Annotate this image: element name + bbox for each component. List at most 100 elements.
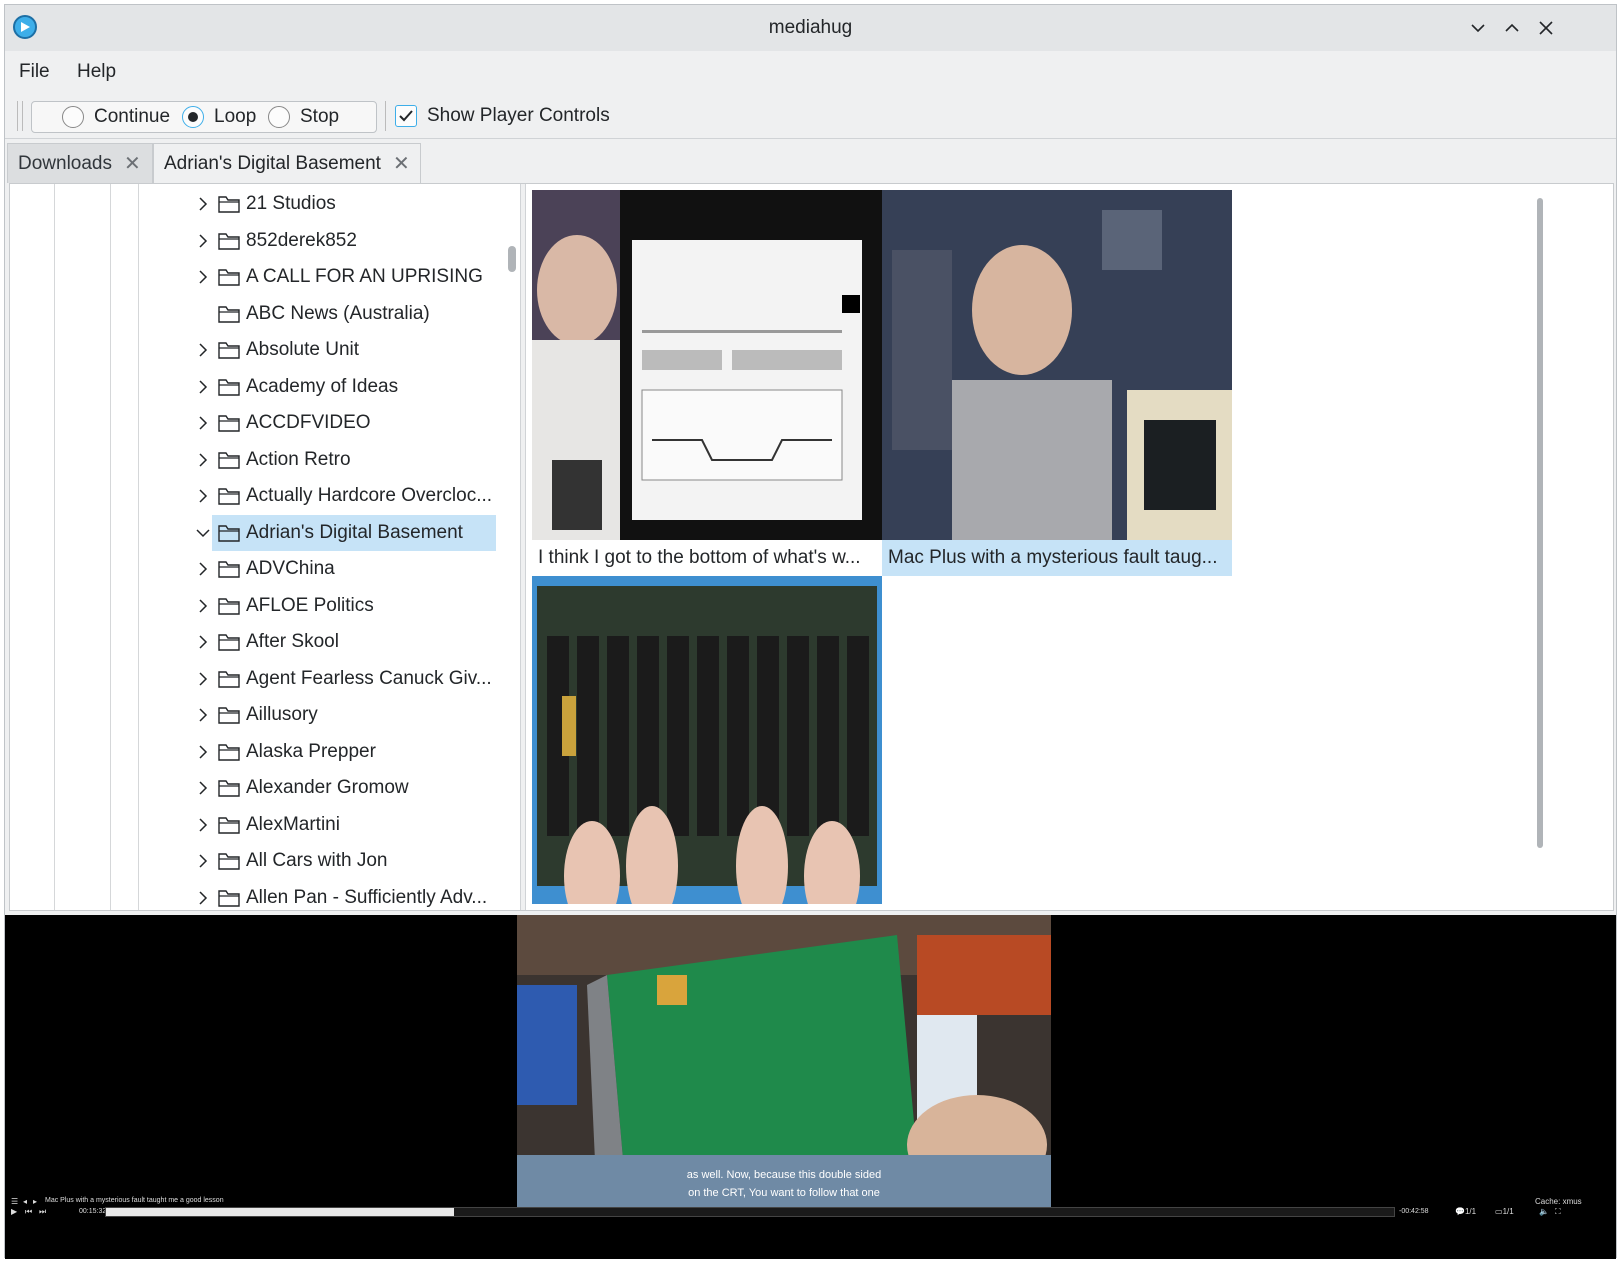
chevron-down-icon[interactable] bbox=[196, 525, 210, 541]
video-frame[interactable]: as well. Now, because this double sided … bbox=[517, 915, 1051, 1207]
folder-icon bbox=[218, 342, 240, 359]
tab-downloads[interactable]: Downloads ✕ bbox=[7, 143, 153, 183]
tree-item[interactable]: 852derek852 bbox=[10, 223, 500, 259]
chevron-right-icon[interactable] bbox=[196, 379, 210, 395]
tree-item-label: Action Retro bbox=[246, 448, 351, 470]
video-thumbnail[interactable] bbox=[532, 190, 882, 540]
prev-chapter-icon[interactable]: ◂ bbox=[23, 1197, 27, 1206]
subtitle-line-2: on the CRT, You want to follow that one bbox=[688, 1187, 880, 1199]
menu-help[interactable]: Help bbox=[77, 61, 116, 83]
tree-item[interactable]: Action Retro bbox=[10, 442, 500, 478]
chevron-right-icon[interactable] bbox=[196, 342, 210, 358]
tree-item[interactable]: Aillusory bbox=[10, 697, 500, 733]
playlist-icon[interactable]: ☰ bbox=[11, 1197, 18, 1206]
fullscreen-icon[interactable]: ⛶ bbox=[1555, 1207, 1561, 1217]
chevron-right-icon[interactable] bbox=[196, 780, 210, 796]
seek-bar[interactable] bbox=[105, 1207, 1395, 1217]
grid-scrollbar-thumb[interactable] bbox=[1537, 198, 1543, 848]
folder-icon bbox=[218, 451, 240, 469]
continue-radio[interactable]: Continue bbox=[62, 106, 170, 128]
video-caption-selected[interactable]: Mac Plus with a mysterious fault taug... bbox=[882, 540, 1232, 576]
tree-item[interactable]: AFLOE Politics bbox=[10, 588, 500, 624]
grid-scrollbar[interactable] bbox=[1534, 190, 1546, 906]
chevron-right-icon[interactable] bbox=[196, 196, 210, 212]
pane-splitter[interactable] bbox=[520, 184, 526, 910]
tree-scrollbar[interactable] bbox=[508, 246, 516, 272]
video-frame-image bbox=[517, 915, 1051, 1207]
tree-item-label: Aillusory bbox=[246, 704, 318, 725]
tree-item-label: AlexMartini bbox=[246, 813, 340, 835]
chevron-right-icon[interactable] bbox=[196, 233, 210, 249]
chevron-right-icon[interactable] bbox=[196, 744, 210, 760]
seek-bar-fill bbox=[106, 1208, 454, 1216]
tree-item[interactable]: AlexMartini bbox=[10, 807, 500, 843]
video-thumbnail[interactable] bbox=[532, 576, 882, 904]
close-window-button[interactable] bbox=[1531, 13, 1561, 43]
minimize-button[interactable] bbox=[1463, 13, 1493, 43]
thumbnail-image bbox=[532, 190, 882, 540]
folder-icon bbox=[218, 524, 240, 542]
next-chapter-icon[interactable]: ▸ bbox=[33, 1197, 37, 1206]
tree-item[interactable]: Alexander Gromow bbox=[10, 770, 500, 806]
tree-item-label: ABC News (Australia) bbox=[246, 302, 430, 324]
tree-item[interactable]: A CALL FOR AN UPRISING bbox=[10, 259, 500, 295]
close-tab-icon[interactable]: ✕ bbox=[393, 151, 410, 176]
tree-item[interactable]: Adrian's Digital Basement bbox=[10, 514, 500, 551]
tree-item-label: Alaska Prepper bbox=[246, 740, 376, 762]
now-playing-title: Mac Plus with a mysterious fault taught … bbox=[45, 1197, 224, 1204]
tree-item[interactable]: Agent Fearless Canuck Giv... bbox=[10, 661, 500, 697]
tree-item-label: 852derek852 bbox=[246, 229, 357, 251]
audio-track-button[interactable]: ▭1/1 bbox=[1495, 1207, 1514, 1216]
chevron-right-icon[interactable] bbox=[196, 598, 210, 614]
tree-item[interactable]: Alaska Prepper bbox=[10, 734, 500, 770]
loop-radio[interactable]: Loop bbox=[182, 106, 256, 128]
volume-icon[interactable]: 🔈 bbox=[1539, 1207, 1549, 1216]
tree-item[interactable]: Absolute Unit bbox=[10, 332, 500, 368]
stop-radio[interactable]: Stop bbox=[268, 106, 339, 128]
subtitle-track-button[interactable]: 💬1/1 bbox=[1455, 1207, 1476, 1216]
play-icon[interactable]: ▶ bbox=[11, 1207, 17, 1216]
tree-item[interactable]: All Cars with Jon bbox=[10, 843, 500, 879]
folder-icon bbox=[218, 853, 240, 870]
playback-mode-group: Continue Loop Stop bbox=[31, 101, 377, 133]
tab-adrians-digital-basement[interactable]: Adrian's Digital Basement ✕ bbox=[153, 143, 421, 183]
skip-back-icon[interactable]: ⏮ bbox=[25, 1207, 32, 1217]
radio-continue-indicator bbox=[62, 106, 84, 128]
video-caption[interactable]: I think I got to the bottom of what's w.… bbox=[532, 540, 882, 576]
chevron-right-icon[interactable] bbox=[196, 634, 210, 650]
video-player[interactable]: as well. Now, because this double sided … bbox=[5, 915, 1616, 1259]
tree-item[interactable]: ABC News (Australia) bbox=[10, 296, 500, 332]
maximize-button[interactable] bbox=[1497, 13, 1527, 43]
folder-icon bbox=[218, 780, 240, 797]
skip-forward-icon[interactable]: ⏭ bbox=[39, 1207, 46, 1217]
video-thumbnail[interactable] bbox=[882, 190, 1232, 540]
chevron-right-icon[interactable] bbox=[196, 269, 210, 285]
chevron-down-icon bbox=[1471, 24, 1485, 33]
stop-radio-label: Stop bbox=[300, 106, 340, 127]
tree-item[interactable]: After Skool bbox=[10, 624, 500, 660]
loop-radio-label: Loop bbox=[214, 106, 257, 127]
close-tab-icon[interactable]: ✕ bbox=[124, 151, 141, 176]
chevron-right-icon[interactable] bbox=[196, 415, 210, 431]
tree-item[interactable]: ACCDFVIDEO bbox=[10, 405, 500, 441]
tree-item[interactable]: 21 Studios bbox=[10, 186, 500, 222]
chevron-right-icon[interactable] bbox=[196, 817, 210, 833]
tree-item[interactable]: Actually Hardcore Overcloc... bbox=[10, 478, 500, 514]
show-player-controls-checkbox[interactable]: Show Player Controls bbox=[395, 105, 610, 127]
chevron-right-icon[interactable] bbox=[196, 890, 210, 906]
tree-item-label: Alexander Gromow bbox=[246, 777, 409, 798]
remaining-time: -00:42:58 bbox=[1399, 1208, 1429, 1215]
channel-tree[interactable]: 21 Studios 852derek852 A CALL FOR AN UPRIS… bbox=[10, 184, 510, 910]
tree-item[interactable]: Allen Pan - Sufficiently Adv... bbox=[10, 880, 500, 911]
tab-bar: Downloads ✕ Adrian's Digital Basement ✕ bbox=[5, 141, 1616, 183]
chevron-right-icon[interactable] bbox=[196, 561, 210, 577]
menu-file[interactable]: File bbox=[19, 61, 50, 83]
chevron-right-icon[interactable] bbox=[196, 853, 210, 869]
tree-item[interactable]: ADVChina bbox=[10, 551, 500, 587]
chevron-right-icon[interactable] bbox=[196, 671, 210, 687]
chevron-right-icon[interactable] bbox=[196, 707, 210, 723]
chevron-right-icon[interactable] bbox=[196, 452, 210, 468]
tree-item[interactable]: Academy of Ideas bbox=[10, 369, 500, 405]
toolbar-drag-handle[interactable] bbox=[17, 101, 23, 131]
chevron-right-icon[interactable] bbox=[196, 488, 210, 504]
